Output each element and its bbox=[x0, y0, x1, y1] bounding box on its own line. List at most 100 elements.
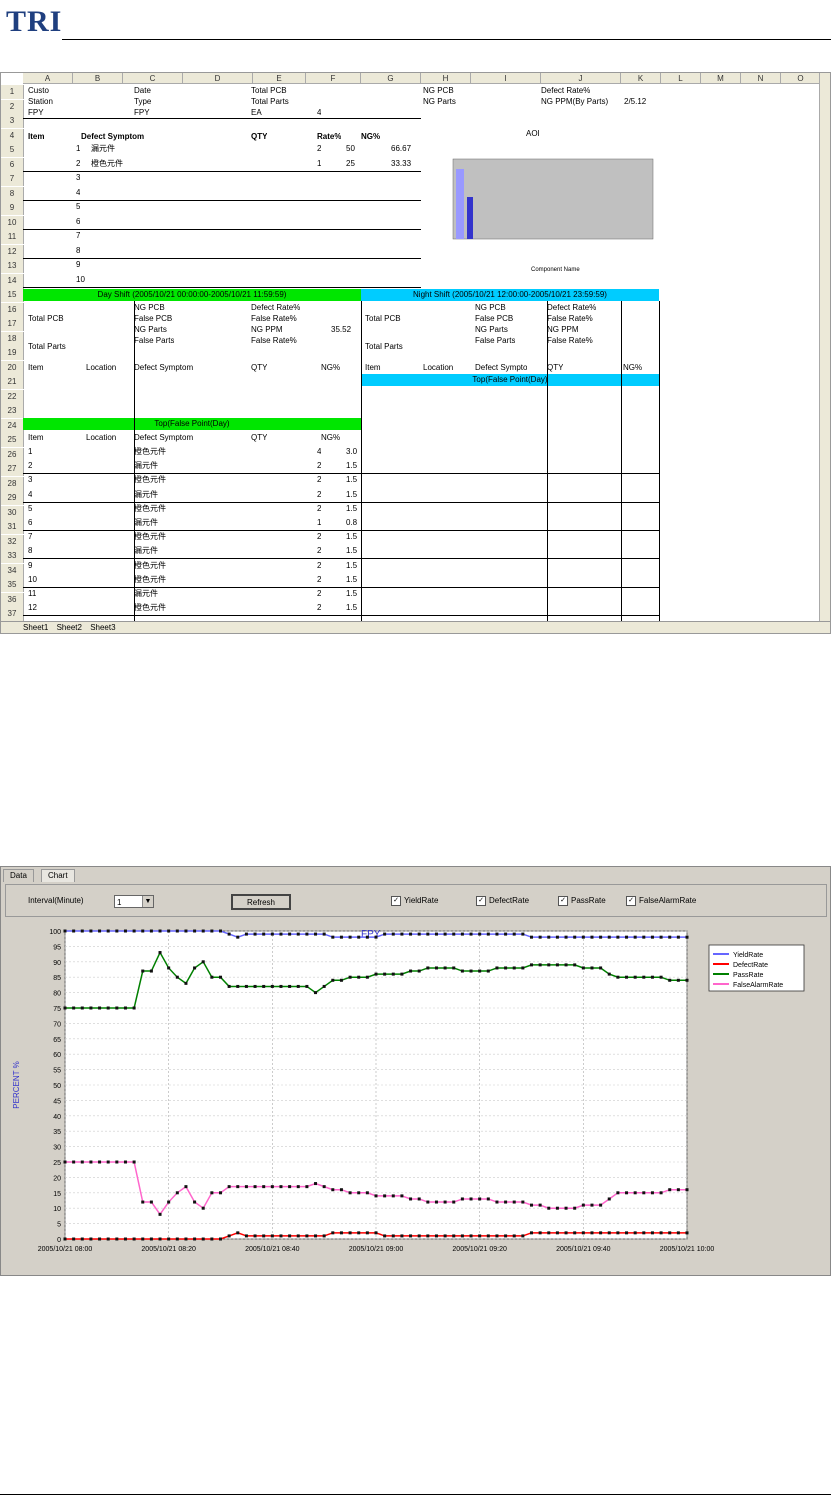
row-header[interactable]: 30 bbox=[1, 505, 24, 520]
row-header[interactable]: 34 bbox=[1, 563, 24, 578]
row-header[interactable]: 14 bbox=[1, 273, 24, 288]
row-header[interactable]: 31 bbox=[1, 520, 24, 534]
data-point bbox=[210, 929, 214, 933]
row-header[interactable]: 13 bbox=[1, 259, 24, 273]
defectrate-checkbox[interactable]: ✓ DefectRate bbox=[476, 896, 529, 906]
column-header[interactable]: F bbox=[306, 73, 361, 84]
false-qty-cell: 2 bbox=[317, 560, 322, 570]
tab-chart[interactable]: Chart bbox=[41, 869, 75, 882]
row-header[interactable]: 25 bbox=[1, 433, 24, 447]
row-header[interactable]: 20 bbox=[1, 360, 24, 375]
refresh-button[interactable]: Refresh bbox=[231, 894, 291, 910]
data-point bbox=[478, 1234, 482, 1238]
data-point bbox=[374, 1231, 378, 1235]
row-header[interactable]: 27 bbox=[1, 462, 24, 476]
row-header[interactable]: 24 bbox=[1, 418, 24, 433]
row-header[interactable]: 12 bbox=[1, 244, 24, 259]
passrate-checkbox[interactable]: ✓ PassRate bbox=[558, 896, 606, 906]
column-header[interactable]: B bbox=[73, 73, 123, 84]
data-point bbox=[400, 1234, 404, 1238]
row-header[interactable]: 33 bbox=[1, 549, 24, 563]
column-header[interactable]: D bbox=[183, 73, 253, 84]
column-header[interactable]: G bbox=[361, 73, 421, 84]
column-header[interactable]: M bbox=[701, 73, 741, 84]
row-header[interactable]: 16 bbox=[1, 302, 24, 317]
y-tick-label: 50 bbox=[53, 1083, 61, 1090]
column-header[interactable]: C bbox=[123, 73, 183, 84]
row-header[interactable]: 36 bbox=[1, 592, 24, 607]
row-header[interactable]: 26 bbox=[1, 447, 24, 462]
row-header[interactable]: 7 bbox=[1, 172, 24, 186]
data-point bbox=[530, 1231, 533, 1235]
row-header[interactable]: 22 bbox=[1, 389, 24, 404]
column-header[interactable]: L bbox=[661, 73, 701, 84]
vertical-scrollbar[interactable] bbox=[819, 73, 830, 623]
false-qty-cell: 2 bbox=[317, 546, 322, 556]
data-point bbox=[469, 1197, 473, 1201]
row-header[interactable]: 8 bbox=[1, 186, 24, 201]
row-header[interactable]: 3 bbox=[1, 114, 24, 128]
row-header[interactable]: 32 bbox=[1, 534, 24, 549]
tab-data[interactable]: Data bbox=[3, 869, 34, 882]
day-header-cell: NG% bbox=[321, 363, 341, 372]
sheet-tab-3[interactable]: Sheet3 bbox=[90, 623, 115, 632]
row-header[interactable]: 28 bbox=[1, 476, 24, 491]
column-header[interactable]: O bbox=[781, 73, 821, 84]
column-header[interactable]: E bbox=[253, 73, 306, 84]
yieldrate-checkbox[interactable]: ✓ YieldRate bbox=[391, 896, 438, 906]
row-header[interactable]: 29 bbox=[1, 491, 24, 505]
row-header[interactable]: 15 bbox=[1, 288, 24, 302]
data-point bbox=[80, 1237, 84, 1241]
row-header[interactable]: 17 bbox=[1, 317, 24, 331]
data-point bbox=[659, 935, 663, 939]
column-header[interactable]: K bbox=[621, 73, 661, 84]
ng-ppm-value: 2/5.12 bbox=[624, 97, 647, 106]
sheet-tab-2[interactable]: Sheet2 bbox=[57, 623, 82, 632]
false-ng-cell: 1.5 bbox=[346, 461, 358, 471]
data-point bbox=[564, 935, 568, 939]
row-header[interactable]: 23 bbox=[1, 404, 24, 418]
data-point bbox=[685, 935, 689, 939]
falsealarmrate-checkbox[interactable]: ✓ FalseAlarmRate bbox=[626, 896, 696, 906]
row-header[interactable]: 19 bbox=[1, 346, 24, 360]
row-separator bbox=[23, 286, 421, 288]
column-header[interactable]: N bbox=[741, 73, 781, 84]
night-false-rate2-label: False Rate% bbox=[547, 336, 593, 345]
data-point bbox=[365, 1191, 369, 1195]
interval-select[interactable]: 1 ▼ bbox=[114, 895, 154, 908]
row-header[interactable]: 6 bbox=[1, 157, 24, 172]
data-point bbox=[495, 1234, 499, 1238]
row-header[interactable]: 10 bbox=[1, 215, 24, 230]
data-point bbox=[244, 984, 248, 988]
false-qty-cell: 1 bbox=[317, 518, 322, 527]
false-item-cell: 8 bbox=[28, 546, 33, 556]
row-header[interactable]: 5 bbox=[1, 143, 24, 157]
data-point bbox=[452, 932, 456, 936]
row-separator bbox=[23, 228, 421, 230]
row-header[interactable]: 21 bbox=[1, 375, 24, 389]
data-point bbox=[296, 1234, 300, 1238]
row-header[interactable]: 1 bbox=[1, 85, 24, 99]
row-header[interactable]: 2 bbox=[1, 99, 24, 114]
false-qty-cell: 2 bbox=[317, 475, 322, 485]
chevron-down-icon[interactable]: ▼ bbox=[142, 896, 153, 907]
row-header[interactable]: 11 bbox=[1, 230, 24, 244]
data-point bbox=[184, 1185, 188, 1189]
row-header[interactable]: 37 bbox=[1, 607, 24, 621]
row-header[interactable]: 35 bbox=[1, 578, 24, 592]
data-point bbox=[495, 966, 499, 970]
data-point bbox=[512, 1200, 516, 1204]
row-header[interactable]: 4 bbox=[1, 128, 24, 143]
column-header[interactable]: A bbox=[23, 73, 73, 84]
column-header[interactable]: H bbox=[421, 73, 471, 84]
data-point bbox=[158, 1212, 162, 1216]
row-header[interactable]: 9 bbox=[1, 201, 24, 215]
defect-rate-label: Defect Rate% bbox=[541, 86, 591, 95]
row-header[interactable]: 18 bbox=[1, 331, 24, 346]
column-header[interactable]: I bbox=[471, 73, 541, 84]
data-point bbox=[141, 969, 145, 973]
data-point bbox=[581, 1231, 585, 1235]
data-point bbox=[409, 1197, 413, 1201]
sheet-tab-1[interactable]: Sheet1 bbox=[23, 623, 48, 632]
column-header[interactable]: J bbox=[541, 73, 621, 84]
